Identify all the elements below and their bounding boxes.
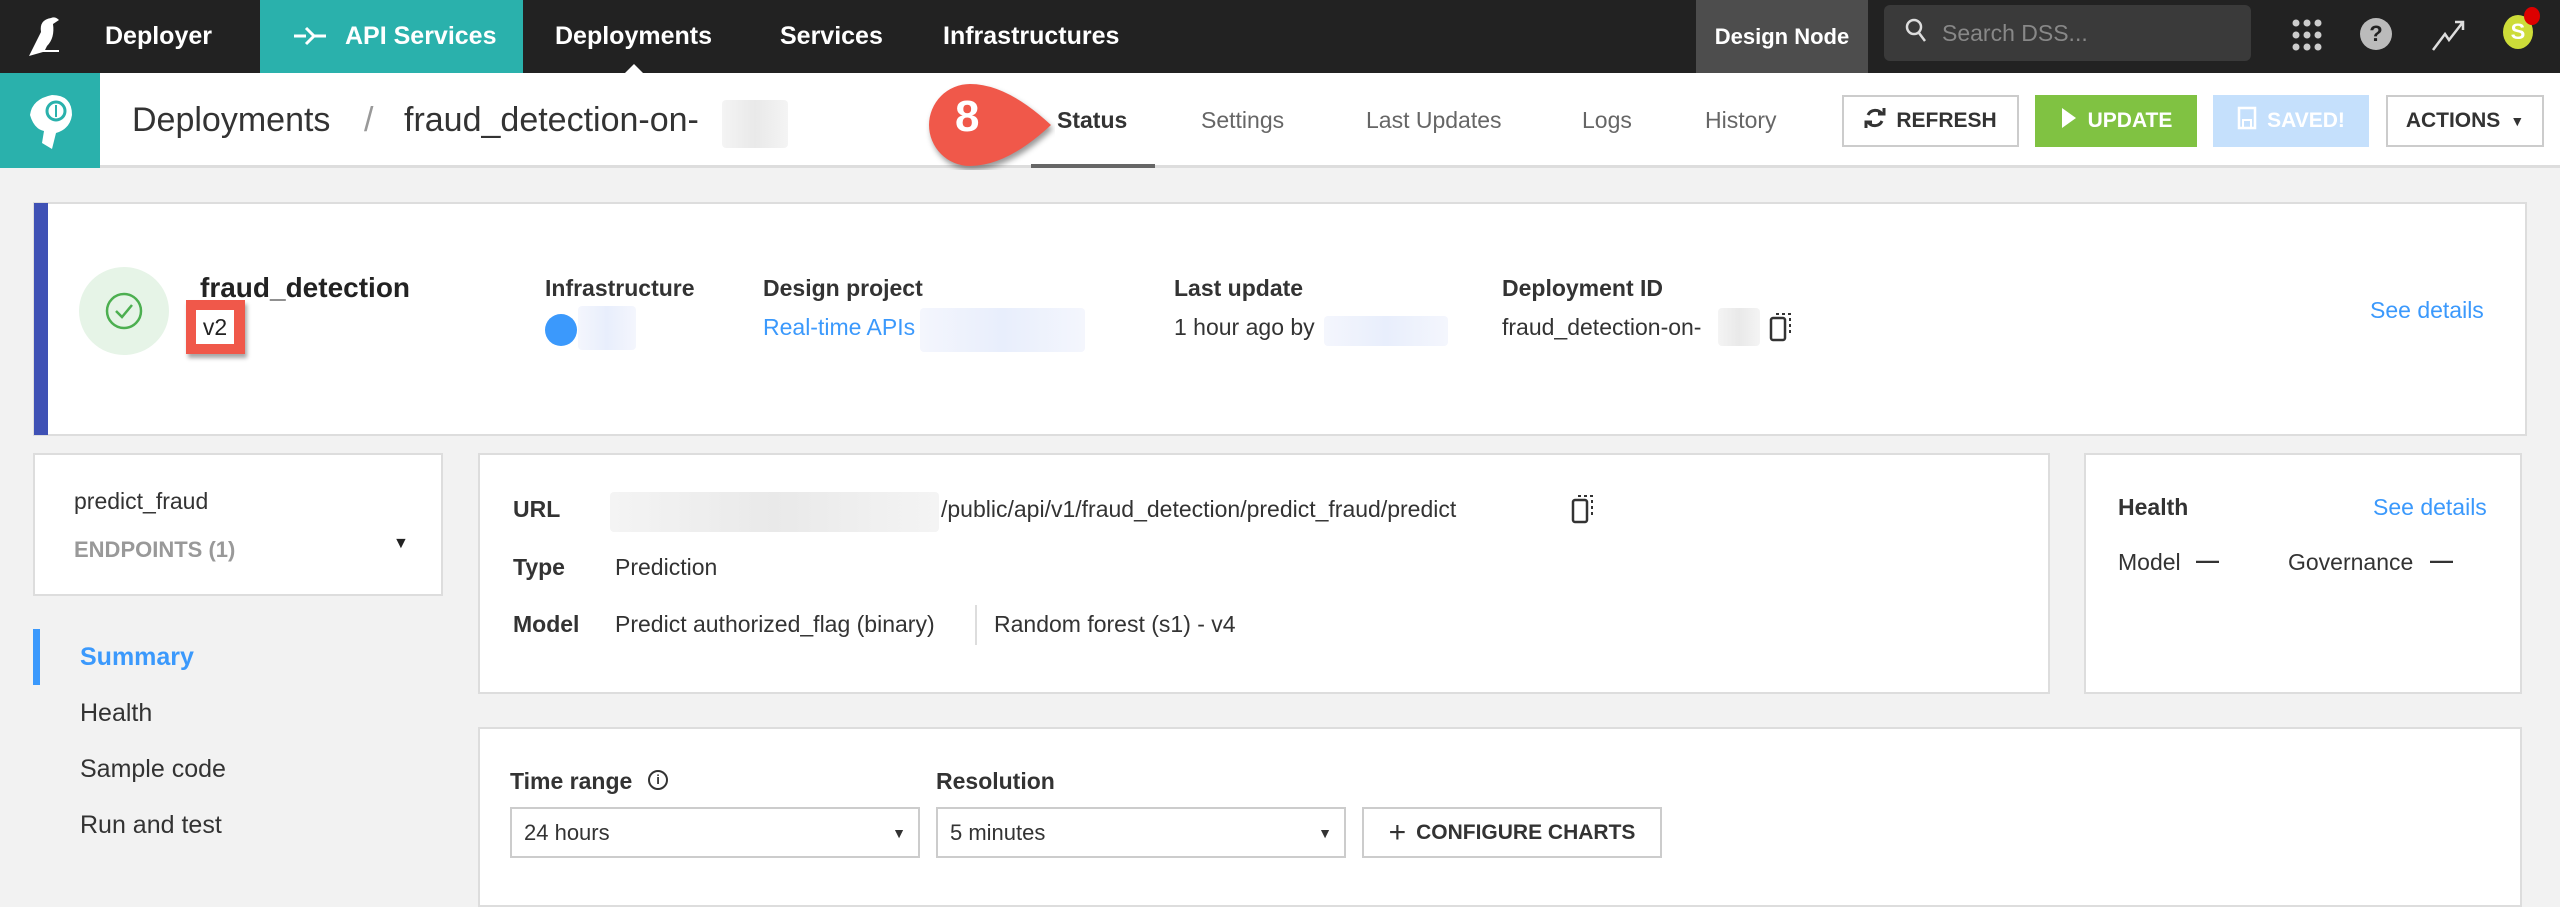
deployment-version: v2 [196,310,234,344]
active-tab-underline [1031,164,1155,168]
notification-badge [2524,7,2540,25]
saved-label: SAVED! [2267,109,2345,132]
refresh-label: REFRESH [1896,109,1997,132]
breadcrumb-root[interactable]: Deployments [132,101,330,140]
refresh-button[interactable]: REFRESH [1842,95,2019,147]
redacted-text [1324,316,1448,346]
actions-dropdown[interactable]: ACTIONS ▼ [2386,95,2544,147]
play-icon [2060,106,2078,136]
help-icon[interactable]: ? [2360,18,2392,50]
breadcrumb-separator: / [364,101,374,139]
health-see-details-link[interactable]: See details [2373,494,2487,521]
last-update-value: 1 hour ago by [1174,314,1315,340]
model-value: Predict authorized_flag (binary) [615,611,935,637]
nav-infrastructures[interactable]: Infrastructures [943,22,1119,51]
tab-last-updates[interactable]: Last Updates [1366,107,1502,134]
search-box[interactable]: Search DSS... [1884,5,2251,61]
tab-history[interactable]: History [1705,107,1777,134]
dataiku-bird-logo-icon[interactable] [25,14,67,63]
search-input[interactable]: Search DSS... [1942,20,2088,47]
side-nav-run-and-test[interactable]: Run and test [80,811,222,840]
trending-icon[interactable] [2431,18,2465,57]
infrastructure-icon [545,314,577,346]
design-project-label: Design project [763,275,923,301]
nav-services[interactable]: Services [780,22,883,51]
resolution-value: 5 minutes [950,819,1046,845]
redacted-text [1718,308,1760,346]
endpoint-selector[interactable] [33,453,443,596]
type-value: Prediction [615,554,718,580]
time-range-value: 24 hours [524,819,610,845]
apps-grid-icon[interactable] [2292,19,2322,56]
step-marker-number: 8 [955,92,980,141]
type-label: Type [513,554,565,580]
step-marker [925,80,1055,175]
time-range-label: Time range [510,768,633,794]
deployment-see-details-link[interactable]: See details [2370,297,2484,324]
divider [975,605,977,645]
success-check-icon [79,267,169,355]
time-range-select[interactable]: 24 hours ▼ [510,807,920,858]
health-model-value: — [2196,547,2219,573]
app-name[interactable]: Deployer [105,22,212,51]
nav-api-services-label[interactable]: API Services [345,22,497,51]
api-icon [292,24,328,55]
side-nav-sample-code[interactable]: Sample code [80,755,226,784]
update-button[interactable]: UPDATE [2035,95,2197,147]
saved-button[interactable]: SAVED! [2213,95,2369,147]
infrastructure-label: Infrastructure [545,275,695,301]
nav-deployments[interactable]: Deployments [555,22,712,51]
breadcrumb-current: fraud_detection-on- [404,101,699,139]
save-disk-icon [2237,106,2257,136]
redacted-text [722,100,788,148]
copy-icon[interactable] [1768,312,1794,347]
health-model-label: Model [2118,549,2181,575]
actions-label: ACTIONS [2405,109,2501,132]
tab-status[interactable]: Status [1057,107,1127,134]
tab-settings[interactable]: Settings [1201,107,1284,134]
health-governance-value: — [2430,547,2453,573]
status-color-bar [34,203,48,435]
health-governance-label: Governance [2288,549,2414,575]
side-nav-summary[interactable]: Summary [80,643,194,672]
side-nav-health[interactable]: Health [80,699,152,728]
caret-down-icon: ▼ [892,824,906,841]
resolution-label: Resolution [936,768,1055,794]
deployment-id-value: fraud_detection-on- [1502,314,1702,340]
search-icon [1904,17,1928,49]
redacted-text [920,308,1085,352]
copy-url-icon[interactable] [1570,494,1596,529]
caret-down-icon: ▼ [1318,824,1332,841]
resolution-select[interactable]: 5 minutes ▼ [936,807,1346,858]
url-path: /public/api/v1/fraud_detection/predict_f… [941,496,1457,522]
model-label: Model [513,611,580,637]
design-project-link[interactable]: Real-time APIs [763,314,915,341]
active-nav-indicator [33,629,40,685]
deployment-id-label: Deployment ID [1502,275,1664,301]
caret-down-icon: ▼ [393,535,409,552]
update-label: UPDATE [2087,109,2173,132]
tab-logs[interactable]: Logs [1582,107,1632,134]
plus-icon: + [1388,815,1407,849]
configure-charts-label: CONFIGURE CHARTS [1416,820,1636,844]
refresh-icon [1864,106,1886,136]
design-node-button[interactable]: Design Node [1696,0,1868,73]
model-version: Random forest (s1) - v4 [994,611,1236,637]
redacted-text [578,306,636,350]
endpoint-name: predict_fraud [74,488,209,514]
info-icon[interactable]: i [648,770,668,790]
last-update-label: Last update [1174,275,1304,301]
redacted-text [610,492,939,532]
configure-charts-button[interactable]: + CONFIGURE CHARTS [1362,807,1662,858]
api-service-logo-icon [0,73,100,168]
endpoints-count: ENDPOINTS (1) [74,537,236,562]
health-title: Health [2118,494,2189,520]
url-label: URL [513,496,561,522]
active-nav-pointer [625,64,643,73]
caret-down-icon: ▼ [2510,113,2525,129]
